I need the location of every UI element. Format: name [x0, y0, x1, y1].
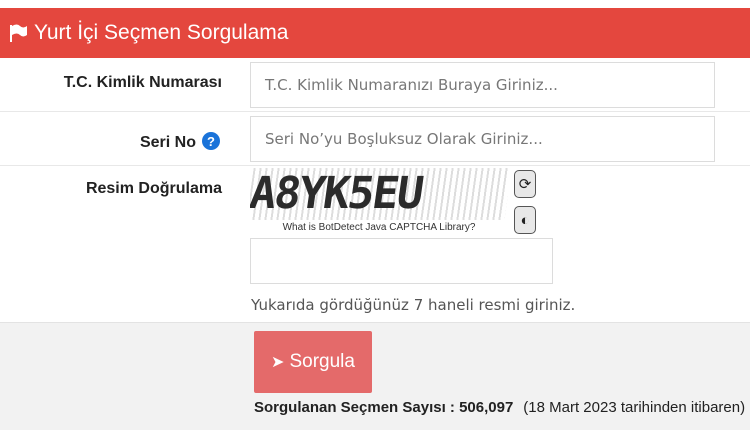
page-header: Yurt İçi Seçmen Sorgulama	[0, 8, 750, 58]
refresh-icon[interactable]: ⟳	[514, 170, 536, 198]
captcha-row: Resim Doğrulama A8YK5EU What is BotDetec…	[0, 166, 750, 322]
captcha-text: A8YK5EU	[250, 168, 508, 220]
voter-count-since: (18 Mart 2023 tarihinden itibaren)	[523, 399, 746, 416]
flag-icon	[10, 24, 27, 42]
captcha-input[interactable]	[250, 238, 553, 284]
seri-row: Seri No ? Seri No’yu Boşluksuz Olarak Gi…	[0, 112, 750, 166]
captcha-caption[interactable]: What is BotDetect Java CAPTCHA Library?	[250, 222, 508, 233]
voter-count-label: Sorgulanan Seçmen Sayısı : 506,097	[254, 399, 514, 416]
send-icon: ➤	[271, 354, 285, 371]
speaker-icon[interactable]: ◐	[514, 206, 536, 234]
tc-placeholder: T.C. Kimlik Numaranızı Buraya Giriniz...	[265, 76, 558, 94]
sorgula-button[interactable]: ➤ Sorgula	[254, 331, 372, 393]
captcha-label: Resim Doğrulama	[85, 180, 222, 197]
captcha-image: A8YK5EU What is BotDetect Java CAPTCHA L…	[250, 168, 508, 238]
seri-placeholder: Seri No’yu Boşluksuz Olarak Giriniz...	[265, 130, 543, 148]
tc-row: T.C. Kimlik Numarası T.C. Kimlik Numaran…	[0, 58, 750, 112]
seri-input[interactable]: Seri No’yu Boşluksuz Olarak Giriniz...	[250, 116, 715, 162]
help-icon[interactable]: ?	[202, 132, 220, 150]
tc-input[interactable]: T.C. Kimlik Numaranızı Buraya Giriniz...	[250, 62, 715, 108]
voter-count: Sorgulanan Seçmen Sayısı : 506,097 (18 Ma…	[254, 399, 745, 416]
tc-label: T.C. Kimlik Numarası	[63, 74, 222, 91]
captcha-hint: Yukarıda gördüğünüz 7 haneli resmi girin…	[251, 296, 576, 314]
seri-label: Seri No	[139, 134, 196, 151]
sorgula-label: Sorgula	[289, 351, 355, 372]
page-title: Yurt İçi Seçmen Sorgulama	[34, 21, 289, 44]
form-footer: ➤ Sorgula Sorgulanan Seçmen Sayısı : 506…	[0, 322, 750, 430]
